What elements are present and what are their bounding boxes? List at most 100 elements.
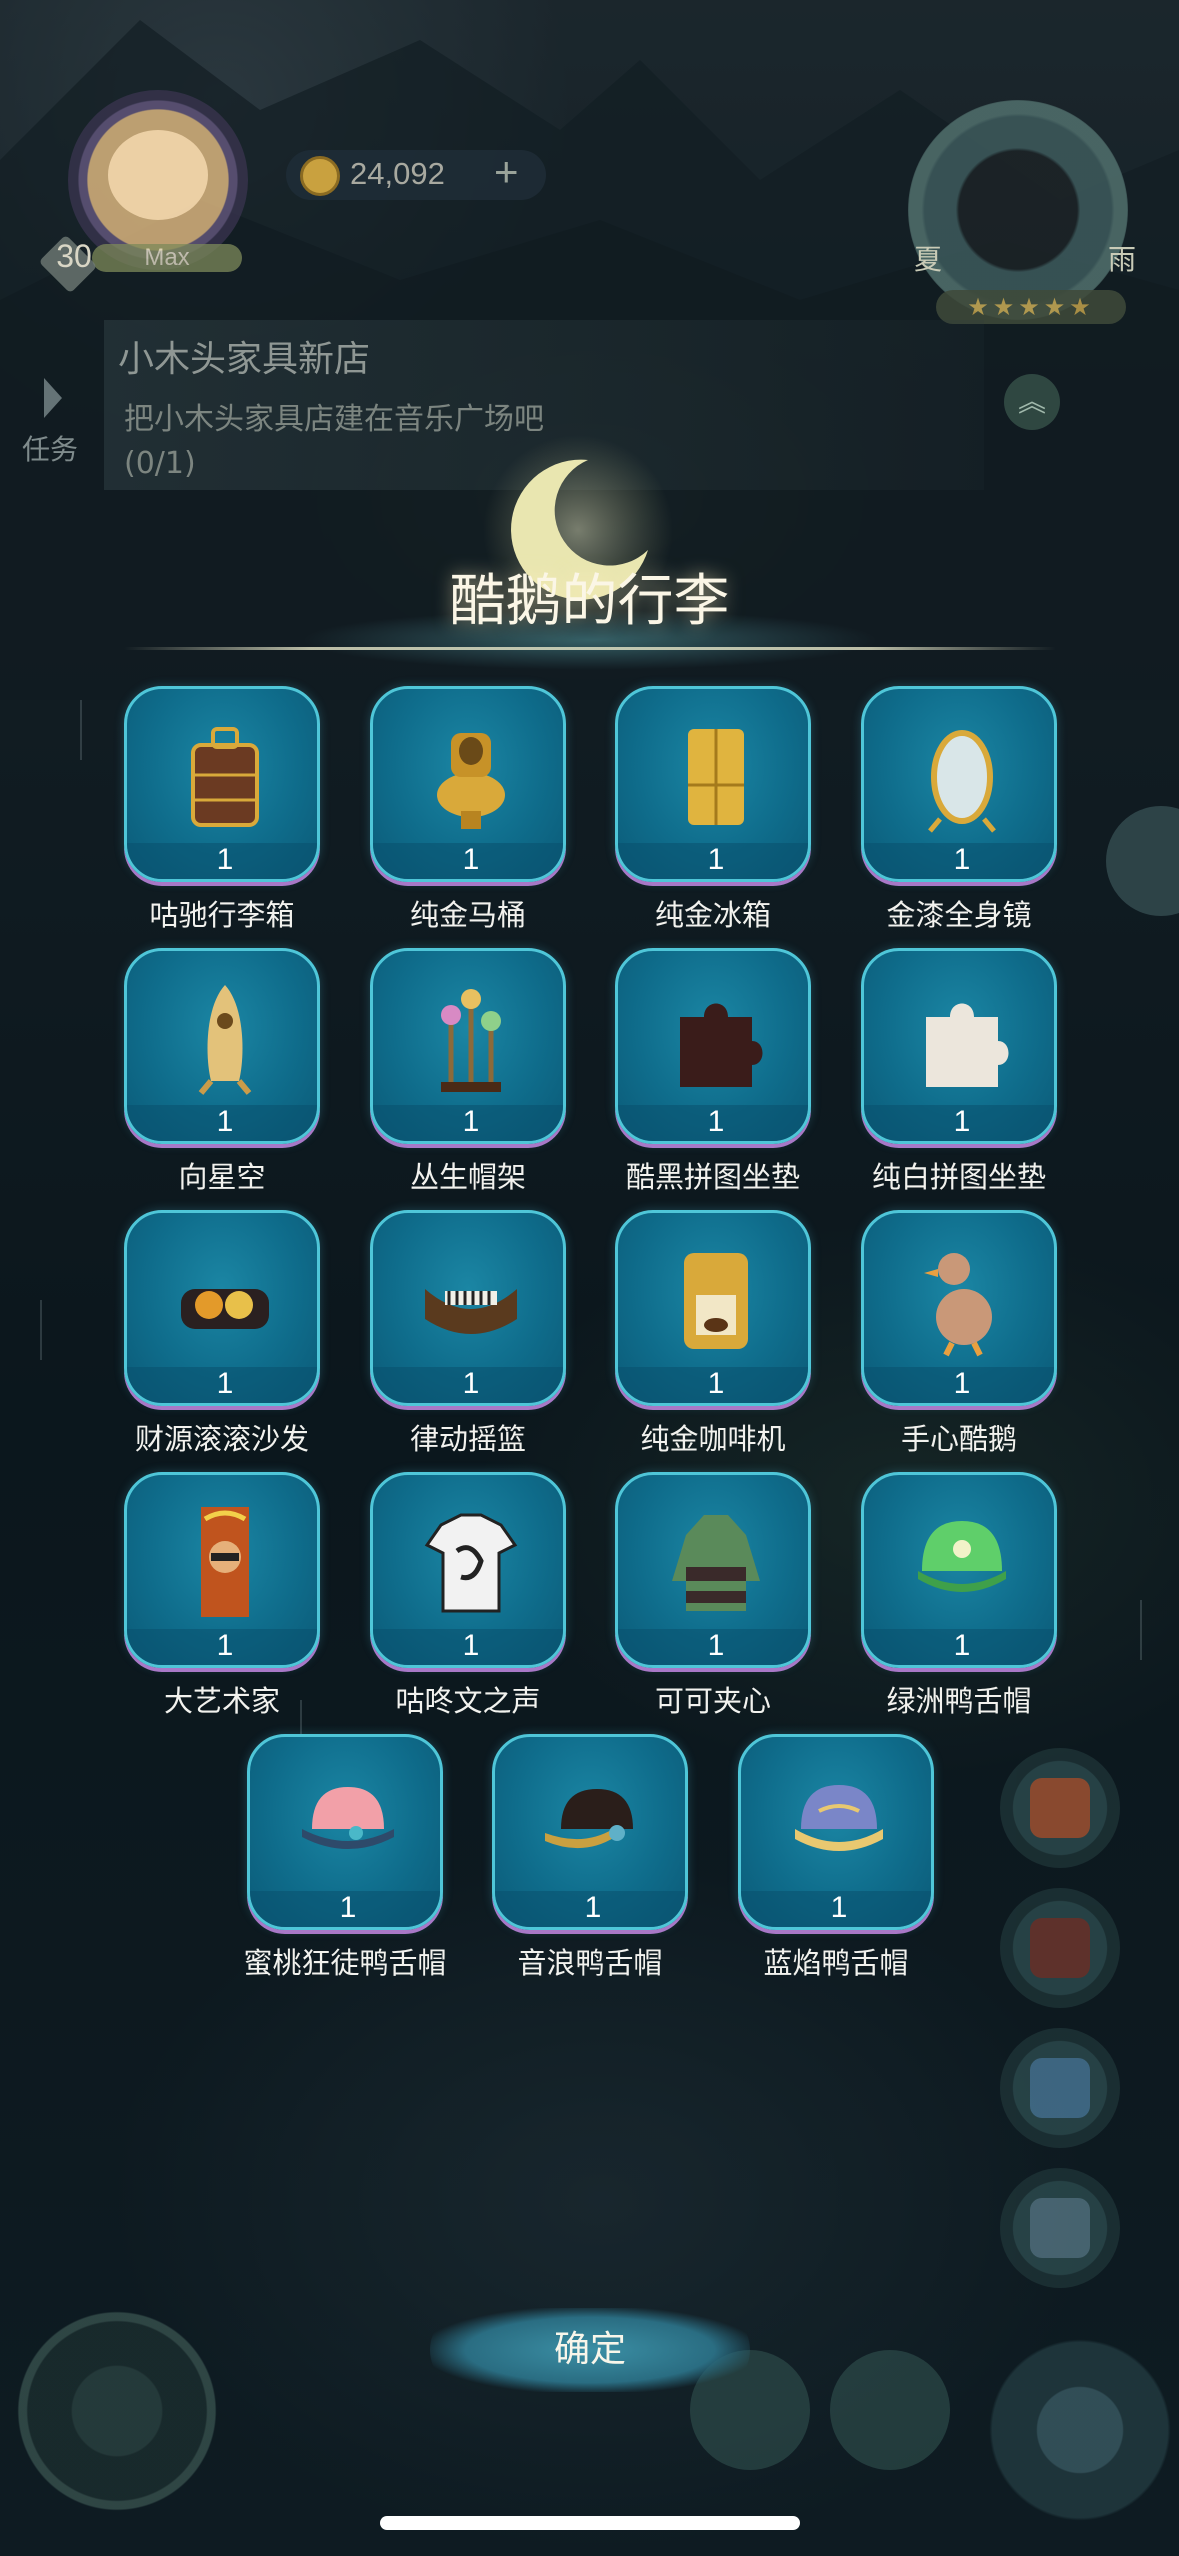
item-name: 纯白拼图坐垫	[871, 1160, 1046, 1194]
item-card[interactable]: 1	[370, 1472, 566, 1668]
season-label: 夏	[914, 243, 943, 276]
item-slot[interactable]: 1 可可夹心	[615, 1472, 815, 1722]
grid-icon	[1030, 2198, 1090, 2258]
modal-title: 酷鹅的行李	[449, 569, 730, 634]
item-slot[interactable]: 1 丛生帽架	[370, 948, 570, 1198]
grid-menu-button[interactable]	[1000, 2168, 1120, 2288]
hammer-button[interactable]	[1000, 1748, 1120, 1868]
item-card[interactable]: 1	[861, 686, 1057, 882]
item-card[interactable]: 1	[861, 1210, 1057, 1406]
item-card[interactable]: 1	[124, 1472, 320, 1668]
item-slot[interactable]: 1 大艺术家	[124, 1472, 324, 1722]
item-slot[interactable]: 1 蓝焰鸭舌帽	[738, 1734, 938, 1984]
item-name: 咕驰行李箱	[149, 898, 295, 932]
sprout-button[interactable]	[830, 2350, 950, 2470]
item-card[interactable]: 1	[370, 686, 566, 882]
item-quantity: 1	[707, 1105, 725, 1138]
backpack-button[interactable]	[1000, 2028, 1120, 2148]
rhythm-cradle-icon	[425, 1289, 517, 1334]
item-slot[interactable]: 1 酷黑拼图坐垫	[615, 948, 815, 1198]
goose-figure-icon	[924, 1253, 992, 1357]
item-slot[interactable]: 1 咕咚文之声	[370, 1472, 570, 1722]
item-slot[interactable]: 1 绿洲鸭舌帽	[861, 1472, 1061, 1722]
level-status: Max	[92, 244, 242, 272]
item-slot[interactable]: 1 向星空	[124, 948, 324, 1198]
item-name: 纯金马桶	[409, 898, 526, 932]
quest-expand-icon[interactable]	[44, 378, 62, 418]
hoodie-icon	[672, 1515, 760, 1611]
chevron-up-icon[interactable]: ︽	[1004, 374, 1060, 430]
item-quantity: 1	[953, 1629, 971, 1662]
level-number: 30	[56, 238, 92, 274]
item-slot[interactable]: 1 蜜桃狂徒鸭舌帽	[243, 1734, 447, 1984]
item-quantity: 1	[462, 843, 480, 876]
weather-dial[interactable]	[908, 100, 1128, 320]
item-slot[interactable]: 1 财源滚滚沙发	[124, 1210, 324, 1460]
item-card[interactable]: 1	[124, 948, 320, 1144]
item-card[interactable]: 1	[738, 1734, 934, 1930]
item-quantity: 1	[216, 1367, 234, 1400]
hammer-icon	[1030, 1778, 1090, 1838]
item-card[interactable]: 1	[370, 948, 566, 1144]
item-slot[interactable]: 1 纯金冰箱	[615, 686, 815, 936]
item-quantity: 1	[216, 1629, 234, 1662]
rain-streak	[1140, 1600, 1142, 1660]
item-card[interactable]: 1	[124, 686, 320, 882]
add-coins-button[interactable]: +	[494, 148, 519, 196]
item-quantity: 1	[462, 1367, 480, 1400]
item-quantity: 1	[707, 1629, 725, 1662]
item-slot[interactable]: 1 纯白拼图坐垫	[861, 948, 1061, 1198]
black-cap-icon	[545, 1789, 633, 1849]
item-quantity: 1	[584, 1891, 602, 1924]
item-card[interactable]: 1	[124, 1210, 320, 1406]
item-quantity: 1	[216, 843, 234, 876]
item-name: 手心酷鹅	[900, 1422, 1017, 1456]
item-card[interactable]: 1	[247, 1734, 443, 1930]
confirm-button[interactable]: 确定	[430, 2308, 750, 2392]
item-card[interactable]: 1	[615, 686, 811, 882]
home-indicator[interactable]	[380, 2516, 800, 2530]
backpack-icon	[1030, 2058, 1090, 2118]
item-slot[interactable]: 1 音浪鸭舌帽	[492, 1734, 692, 1984]
white-puzzle-cushion-icon	[926, 1003, 1009, 1087]
tshirt-icon	[424, 1513, 518, 1613]
item-quantity: 1	[953, 1105, 971, 1138]
compass-dial[interactable]	[12, 2306, 222, 2516]
item-slot[interactable]: 1 咕驰行李箱	[124, 686, 324, 936]
item-name: 律动摇篮	[409, 1422, 526, 1456]
item-slot[interactable]: 1 律动摇篮	[370, 1210, 570, 1460]
item-name: 纯金冰箱	[654, 898, 771, 932]
item-card[interactable]: 1	[615, 1210, 811, 1406]
item-slot[interactable]: 1 金漆全身镜	[861, 686, 1061, 936]
item-quantity: 1	[462, 1629, 480, 1662]
item-quantity: 1	[953, 843, 971, 876]
book-icon	[1030, 1918, 1090, 1978]
item-name: 大艺术家	[163, 1684, 280, 1718]
book-button[interactable]	[1000, 1888, 1120, 2008]
black-puzzle-cushion-icon	[680, 1003, 763, 1087]
rocket-icon	[198, 985, 252, 1095]
item-slot[interactable]: 1 纯金马桶	[370, 686, 570, 936]
title-divider	[124, 647, 1056, 650]
item-card[interactable]: 1	[615, 948, 811, 1144]
item-card[interactable]: 1	[861, 948, 1057, 1144]
mushroom-hat-rack-icon	[441, 989, 501, 1092]
rating-stars: ★★★★★	[936, 290, 1126, 324]
item-card[interactable]: 1	[861, 1472, 1057, 1668]
item-slot[interactable]: 1 手心酷鹅	[861, 1210, 1061, 1460]
item-quantity: 1	[953, 1367, 971, 1400]
item-name: 音浪鸭舌帽	[517, 1946, 663, 1980]
eye-compass-button[interactable]	[980, 2330, 1179, 2530]
item-name: 绿洲鸭舌帽	[886, 1684, 1032, 1718]
item-name: 酷黑拼图坐垫	[625, 1160, 800, 1194]
gold-toilet-icon	[437, 733, 505, 829]
blue-cap-icon	[795, 1785, 883, 1851]
item-card[interactable]: 1	[492, 1734, 688, 1930]
item-quantity: 1	[462, 1105, 480, 1138]
item-name: 蓝焰鸭舌帽	[763, 1946, 909, 1980]
item-card[interactable]: 1	[615, 1472, 811, 1668]
quest-tab-label[interactable]: 任务	[22, 428, 78, 468]
rain-streak	[40, 1300, 42, 1360]
item-card[interactable]: 1	[370, 1210, 566, 1406]
item-slot[interactable]: 1 纯金咖啡机	[615, 1210, 815, 1460]
